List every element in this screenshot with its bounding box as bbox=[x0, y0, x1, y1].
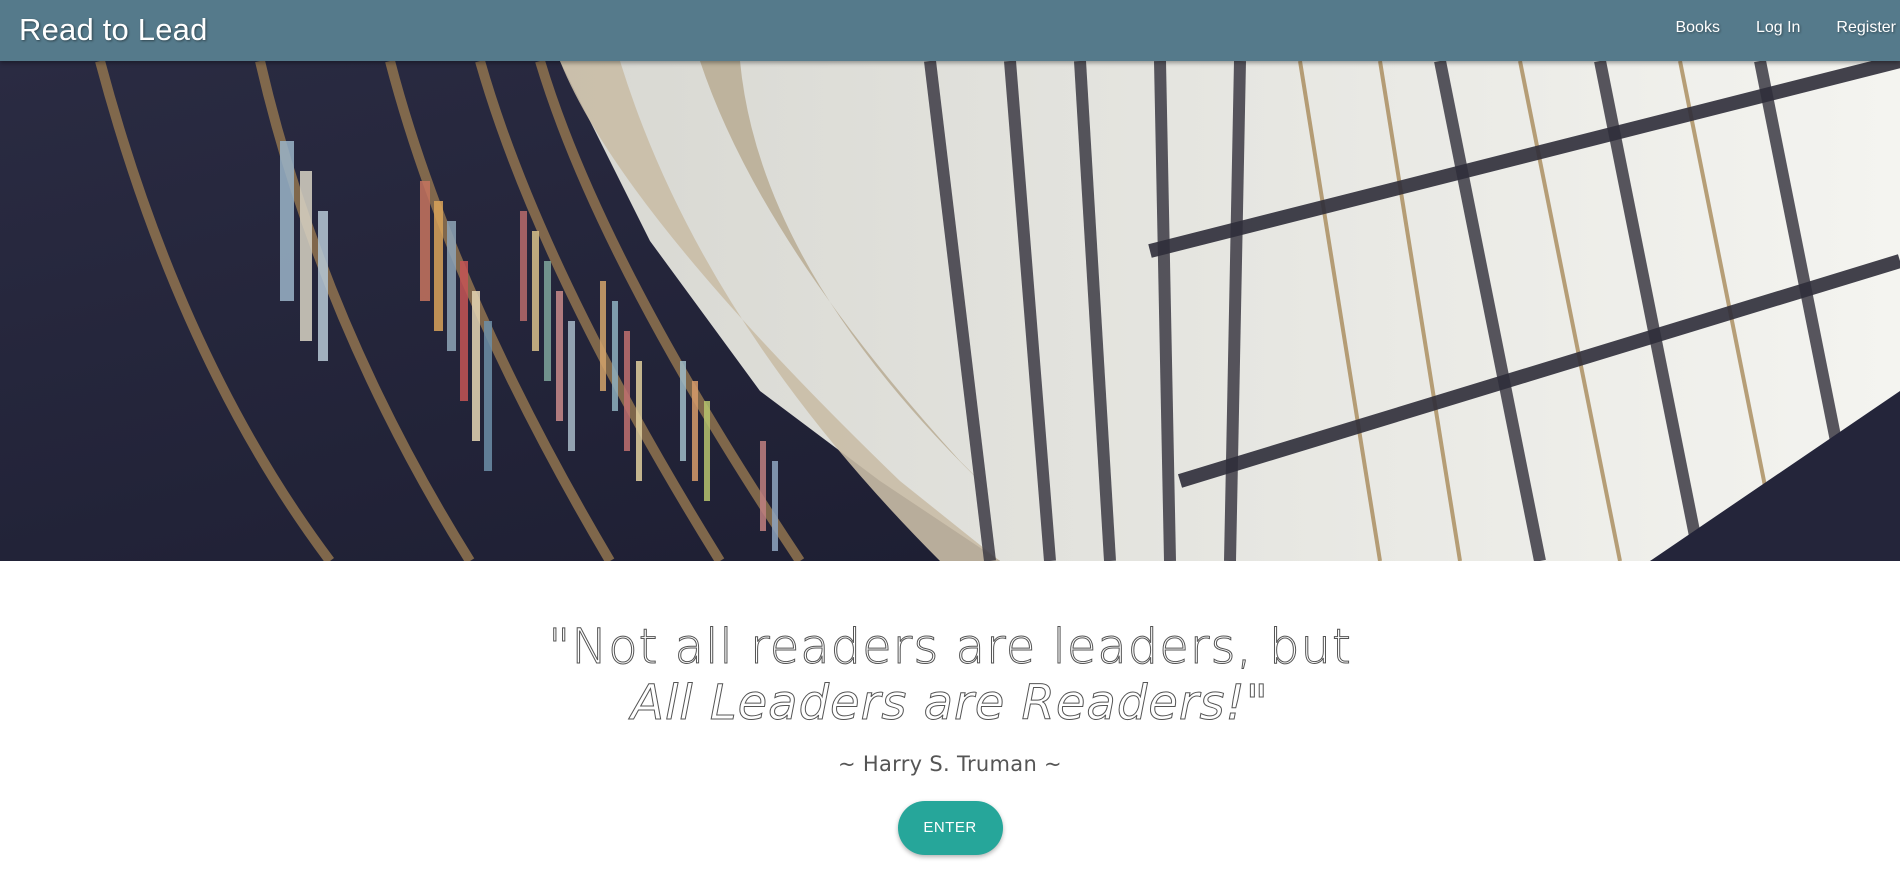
brand-logo-link[interactable]: Read to Lead bbox=[19, 12, 208, 48]
nav-link-books[interactable]: Books bbox=[1675, 19, 1719, 37]
quote-line-1: "Not all readers are leaders, but bbox=[548, 619, 1352, 676]
top-navbar: Read to Lead Books Log In Register bbox=[0, 0, 1900, 61]
quote-line-2: All Leaders are Readers!" bbox=[631, 675, 1269, 732]
nav-link-register[interactable]: Register bbox=[1836, 19, 1896, 37]
quote-author: ~ Harry S. Truman ~ bbox=[838, 752, 1062, 776]
nav-links: Books Log In Register bbox=[1639, 19, 1896, 37]
nav-link-login[interactable]: Log In bbox=[1756, 19, 1800, 37]
hero-library-image bbox=[0, 61, 1900, 561]
library-illustration bbox=[0, 61, 1900, 561]
enter-button[interactable]: ENTER bbox=[897, 801, 1003, 855]
quote-section: "Not all readers are leaders, but All Le… bbox=[0, 561, 1900, 876]
